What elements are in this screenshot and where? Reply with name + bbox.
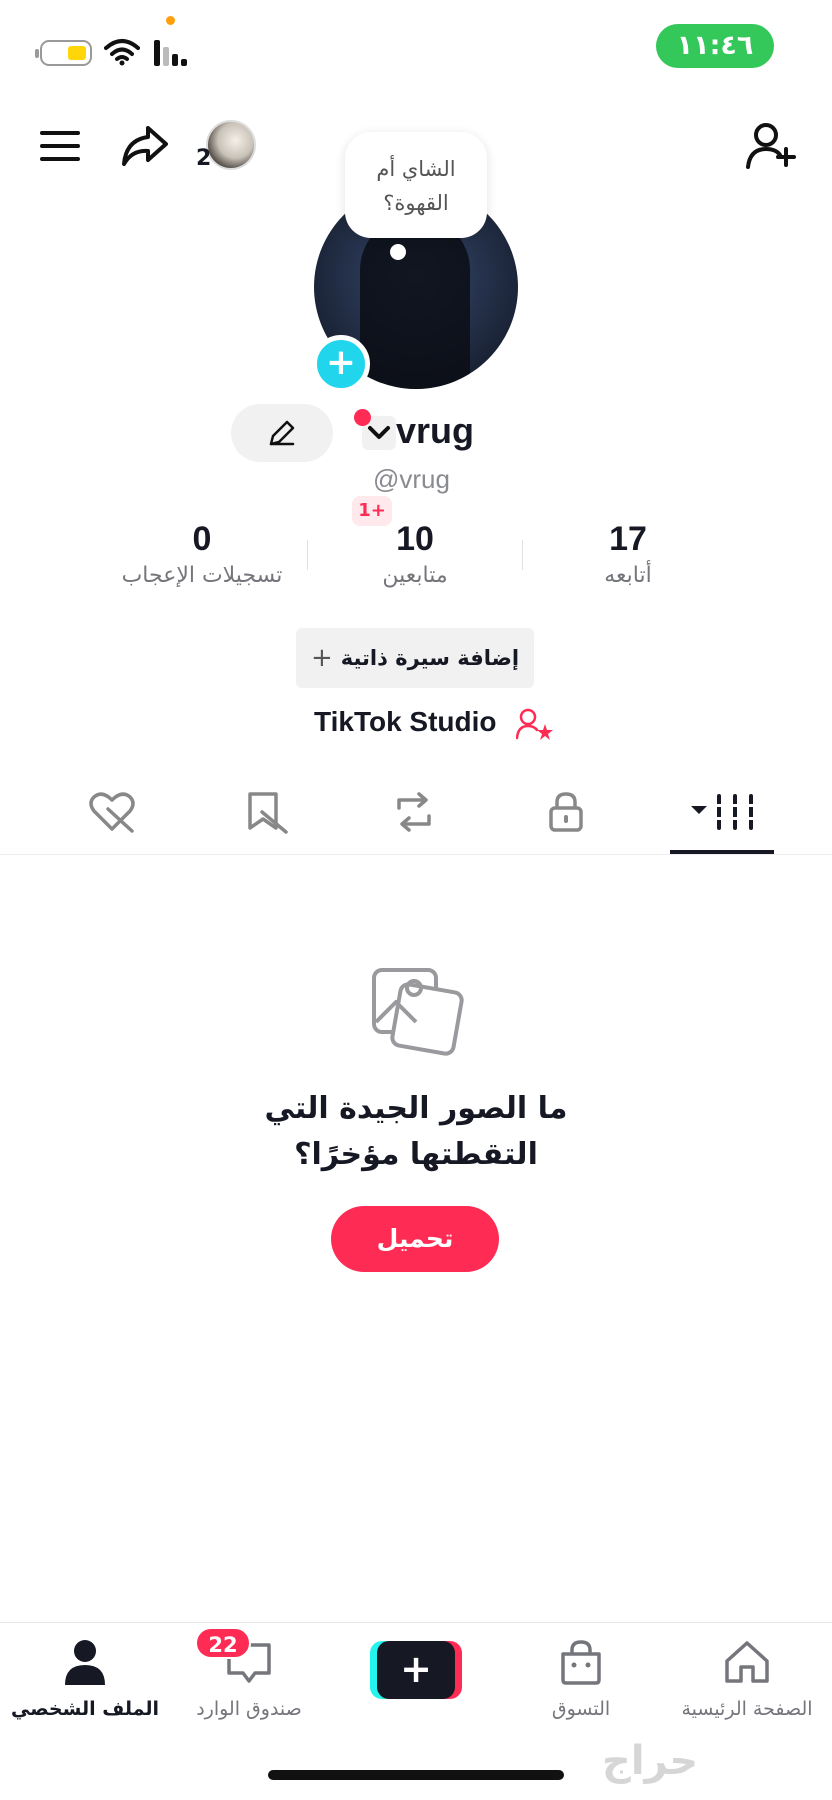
tab-videos[interactable] (684, 786, 764, 838)
empty-title-line2: التقطتها مؤخرًا؟ (294, 1137, 538, 1172)
tabs-divider (0, 854, 832, 855)
liked-hidden-icon (89, 792, 135, 833)
creator-star-icon (515, 708, 554, 744)
tiktok-studio-link[interactable]: TikTok Studio (314, 706, 497, 738)
status-time: ١١:٤٦ (656, 24, 774, 68)
tab-liked[interactable] (86, 786, 138, 838)
stat-followers-value: 10 (396, 520, 434, 558)
home-indicator[interactable] (268, 1770, 564, 1780)
username[interactable]: vrug (396, 410, 474, 452)
add-bio-button[interactable]: إضافة سيرة ذاتية + (296, 628, 534, 688)
watermark-logo: حراج (602, 1738, 699, 1784)
add-friend-icon[interactable] (744, 120, 800, 172)
battery-icon (35, 40, 92, 66)
nav-inbox-label: صندوق الوارد (196, 1698, 302, 1720)
note-text-line2: القهوة؟ (383, 191, 449, 215)
tiktok-studio-label: TikTok Studio (314, 706, 497, 737)
note-bubble-tail (390, 244, 406, 260)
privacy-indicator-dot (166, 16, 175, 25)
stat-likes[interactable]: 0 تسجيلات الإعجاب (92, 520, 312, 588)
pencil-icon (269, 420, 295, 446)
stat-followers[interactable]: 10 متابعين (305, 520, 525, 588)
lock-icon (549, 792, 583, 832)
wifi-icon (104, 38, 140, 70)
grid-icon (691, 794, 757, 830)
nav-shop[interactable]: التسوق (496, 1630, 666, 1720)
profile-icon (65, 1640, 105, 1685)
repost-icon (397, 792, 431, 832)
create-plus-icon: + (377, 1641, 455, 1699)
tab-private[interactable] (540, 786, 592, 838)
story-count: 2 (196, 146, 212, 171)
add-story-button[interactable]: + (312, 335, 370, 393)
plus-icon: + (310, 643, 333, 673)
stat-following[interactable]: 17 أتابعه (518, 520, 738, 588)
signal-icon (154, 40, 190, 70)
upload-button[interactable]: تحميل (331, 1206, 499, 1272)
story-avatar[interactable] (206, 120, 256, 170)
menu-icon[interactable] (36, 126, 84, 166)
note-text-line1: الشاي أم (376, 157, 456, 181)
empty-state-title: ما الصور الجيدة التي التقطتها مؤخرًا؟ (0, 1086, 832, 1178)
bottom-nav-divider (0, 1622, 832, 1623)
inbox-unread-badge: 22 (195, 1627, 251, 1659)
tab-reposts[interactable] (388, 786, 440, 838)
user-handle: @vrug (373, 464, 450, 494)
stat-likes-value: 0 (192, 520, 212, 558)
empty-title-line1: ما الصور الجيدة التي (264, 1091, 568, 1126)
stat-likes-label: تسجيلات الإعجاب (121, 563, 283, 588)
stat-following-label: أتابعه (604, 563, 652, 588)
share-icon[interactable] (118, 122, 172, 170)
edit-profile-button[interactable] (231, 404, 333, 462)
home-icon (725, 1641, 769, 1683)
nav-home-label: الصفحة الرئيسية (681, 1698, 813, 1720)
shop-bag-icon (561, 1640, 601, 1685)
create-button[interactable]: + (370, 1641, 462, 1699)
nav-shop-label: التسوق (551, 1698, 611, 1720)
notification-dot (354, 409, 371, 426)
stat-followers-label: متابعين (382, 563, 448, 588)
tab-saved[interactable] (240, 786, 292, 838)
saved-hidden-icon (248, 792, 288, 834)
add-bio-label: إضافة سيرة ذاتية (340, 646, 520, 670)
nav-profile-label: الملف الشخصي (10, 1698, 159, 1720)
nav-profile[interactable]: الملف الشخصي (0, 1630, 170, 1720)
nav-home[interactable]: الصفحة الرئيسية (662, 1630, 832, 1720)
photos-icon (370, 966, 464, 1060)
stat-following-value: 17 (609, 520, 647, 558)
note-bubble[interactable]: الشاي أم القهوة؟ (345, 132, 487, 238)
